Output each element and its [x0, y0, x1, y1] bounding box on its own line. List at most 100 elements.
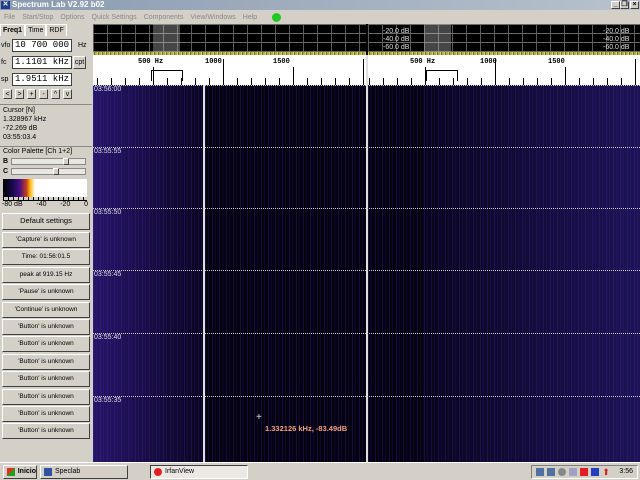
taskbar-item-speclab[interactable]: Speclab — [40, 464, 128, 479]
zoom-in-button[interactable]: + — [27, 89, 36, 99]
clock[interactable]: 3:56 — [619, 468, 633, 475]
brightness-slider[interactable] — [11, 157, 87, 165]
cpt-button[interactable]: cpt — [73, 56, 86, 69]
scale-tick — [593, 78, 594, 85]
network-icon[interactable] — [547, 467, 556, 476]
vfo-input[interactable]: 10 700 000 — [12, 39, 72, 52]
spectrum-display[interactable]: -20.0 dB -40.0 dB -60.0 dB -20.0 dB -40.… — [93, 24, 640, 462]
panel-button[interactable]: Default settings — [2, 213, 90, 230]
menu-start-stop[interactable]: Start/Stop — [22, 14, 53, 21]
fc-input[interactable]: 1.1101 kHz — [12, 56, 72, 69]
menu-file[interactable]: File — [4, 14, 15, 21]
scale-tick — [621, 78, 622, 85]
scale-tick — [335, 78, 336, 85]
panel-button[interactable]: 'Button' is unknown — [2, 423, 90, 440]
panel-button[interactable]: 'Button' is unknown — [2, 405, 90, 422]
waterfall-left[interactable] — [93, 85, 366, 462]
shield-icon[interactable] — [558, 467, 567, 476]
menu-view-windows[interactable]: View/Windows — [190, 14, 235, 21]
panel-button[interactable]: peak at 919.15 Hz — [2, 266, 90, 283]
cursor-readout: 1.332126 kHz, -83.49dB — [265, 424, 348, 433]
cursor-freq: 1.328967 kHz — [3, 116, 47, 123]
panel-button[interactable]: 'Pause' is unknown — [2, 284, 90, 301]
scale-tick — [125, 78, 126, 85]
step-right-button[interactable]: > — [15, 89, 24, 99]
running-indicator-icon[interactable] — [272, 12, 282, 22]
palette-title: Color Palette [Ch 1+2] — [3, 148, 73, 155]
step-up-button[interactable]: ^ — [51, 89, 60, 99]
db-label: -20.0 dB — [383, 28, 410, 35]
time-gridline — [93, 333, 640, 334]
b-label: B — [3, 157, 9, 165]
start-button[interactable]: Inicio — [3, 464, 37, 479]
scale-tick — [293, 67, 294, 85]
taskbar-item-irfanview[interactable]: IrfanView — [150, 464, 248, 479]
panel-button[interactable]: 'Button' is unknown — [2, 353, 90, 370]
panel-button[interactable]: 'Button' is unknown — [2, 371, 90, 388]
scale-tick — [369, 78, 370, 85]
button-list: Default settings 'Capture' is unknown Time… — [0, 213, 92, 440]
scale-tick — [425, 67, 426, 85]
frequency-scale-left[interactable]: 500 Hz 1000 1500 — [93, 55, 366, 85]
network-icon[interactable] — [536, 467, 545, 476]
scale-tick — [153, 67, 154, 85]
update-arrow-icon[interactable]: ⬆ — [602, 467, 610, 476]
minimize-button[interactable]: _ — [611, 1, 620, 9]
antivirus-icon[interactable] — [580, 467, 589, 476]
step-left-button[interactable]: < — [3, 89, 12, 99]
sp-input[interactable]: 1.9511 kHz — [12, 73, 72, 86]
tab-time[interactable]: Time — [25, 24, 47, 36]
scale-tick — [467, 78, 468, 85]
scale-tick — [279, 78, 280, 85]
scale-tick — [349, 78, 350, 85]
system-tray: ⬆ 3:56 — [531, 464, 638, 479]
panel-button[interactable]: 'Button' is unknown — [2, 318, 90, 335]
connection-icon[interactable] — [569, 467, 578, 476]
menu-quick-settings[interactable]: Quick Settings — [92, 14, 137, 21]
contrast-slider-thumb[interactable] — [52, 167, 59, 175]
panel-button[interactable]: 'Continue' is unknown — [2, 301, 90, 318]
control-panel: Freq1 Time RDF vfo 10 700 000 Hz fc 1.11… — [0, 24, 92, 462]
filter-highlight — [424, 24, 451, 55]
contrast-slider[interactable] — [11, 167, 87, 175]
scale-tick — [181, 78, 182, 85]
scale-tick — [307, 78, 308, 85]
tab-rdf[interactable]: RDF — [46, 24, 67, 36]
taskbar-item-label: Speclab — [55, 468, 81, 475]
freq-label: 500 Hz — [410, 58, 436, 66]
scale-tick — [265, 78, 266, 85]
scale-tick — [565, 67, 566, 85]
waterfall-right[interactable] — [368, 85, 640, 462]
taskbar: Inicio Speclab IrfanView ⬆ 3:56 — [0, 462, 640, 480]
step-down-button[interactable]: v — [63, 89, 72, 99]
tab-freq1[interactable]: Freq1 — [0, 24, 26, 36]
frequency-scale-right[interactable]: 500 Hz 1000 1500 — [368, 55, 640, 85]
time-gridline — [93, 396, 640, 397]
scale-tick — [209, 78, 210, 85]
restore-button[interactable]: ❐ — [620, 1, 629, 9]
zoom-out-button[interactable]: - — [39, 89, 48, 99]
db-label: -40.0 dB — [383, 36, 410, 43]
panel-button[interactable]: 'Button' is unknown — [2, 388, 90, 405]
close-button[interactable]: × — [630, 1, 639, 9]
palette-scale-label: -20 — [60, 201, 71, 208]
title-bar: ✕ Spectrum Lab V2.92 b02 _ ❐ × — [0, 0, 640, 10]
start-label: Inicio — [17, 468, 36, 475]
monitor-icon[interactable] — [591, 467, 600, 476]
brightness-slider-thumb[interactable] — [63, 157, 70, 165]
menu-bar: File Start/Stop Options Quick Settings C… — [0, 10, 640, 24]
spectrum-graph-left[interactable] — [93, 24, 366, 55]
menu-help[interactable]: Help — [243, 14, 257, 21]
menu-options[interactable]: Options — [60, 14, 84, 21]
panel-button[interactable]: Time: 01:56:01.5 — [2, 249, 90, 266]
crosshair-cursor-icon: + — [256, 412, 262, 423]
panel-button[interactable]: 'Button' is unknown — [2, 336, 90, 353]
vfo-unit: Hz — [78, 42, 87, 49]
time-gridline — [93, 147, 640, 148]
scale-tick — [635, 59, 636, 85]
panel-button[interactable]: 'Capture' is unknown — [2, 232, 90, 248]
scale-tick — [97, 78, 98, 85]
spectrum-graph-right[interactable]: -20.0 dB -40.0 dB -60.0 dB -20.0 dB -40.… — [368, 24, 640, 55]
menu-components[interactable]: Components — [144, 14, 184, 21]
db-label: -60.0 dB — [383, 44, 410, 51]
